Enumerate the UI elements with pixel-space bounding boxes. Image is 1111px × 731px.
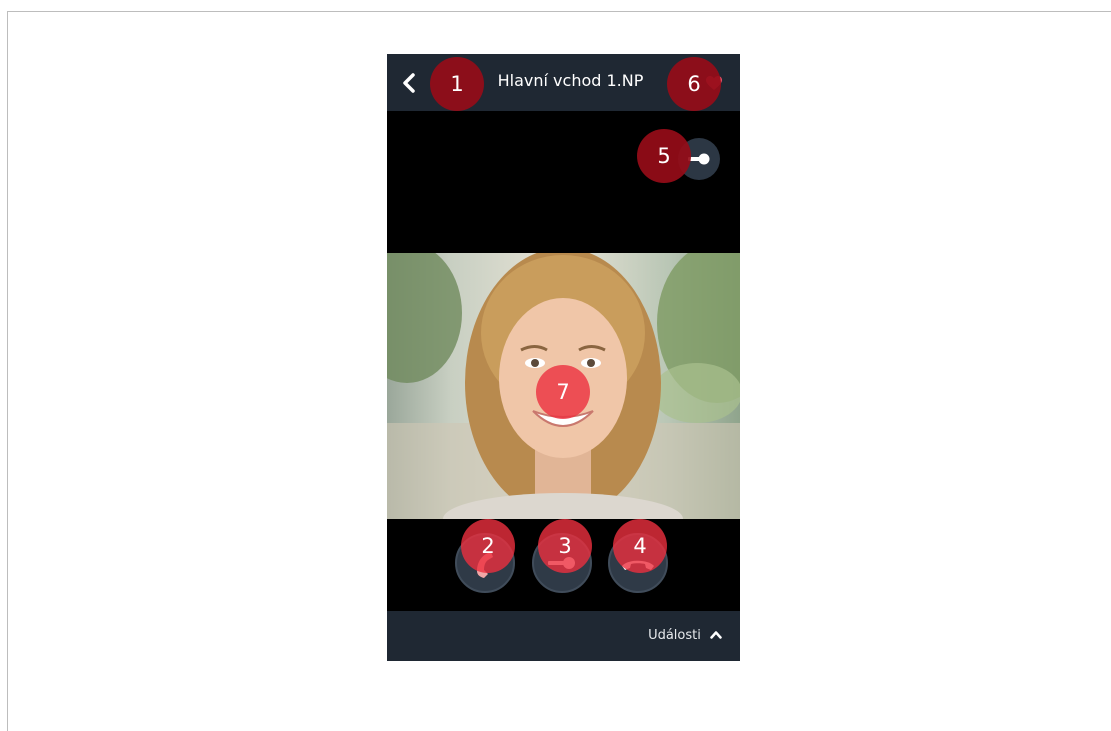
annotation-marker-1: 1 <box>430 57 484 111</box>
annotation-marker-7: 7 <box>536 365 590 419</box>
annotation-marker-4: 4 <box>613 519 667 573</box>
annotation-marker-2: 2 <box>461 519 515 573</box>
events-label: Události <box>648 628 701 643</box>
footer-bar: Události <box>387 611 740 661</box>
annotation-marker-6: 6 <box>667 57 721 111</box>
annotation-marker-5: 5 <box>637 129 691 183</box>
annotation-marker-3: 3 <box>538 519 592 573</box>
chevron-up-icon <box>710 631 722 639</box>
events-toggle[interactable]: Události <box>648 628 722 643</box>
